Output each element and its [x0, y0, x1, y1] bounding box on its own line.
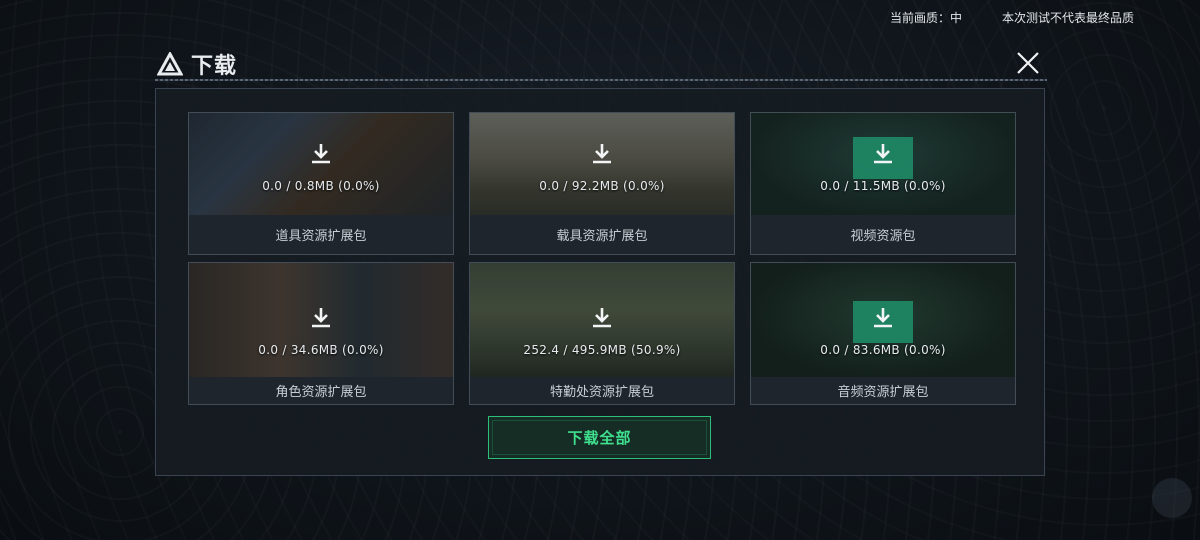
- package-progress: 0.0 / 0.8MB (0.0%): [262, 179, 380, 193]
- dialog-header: 下载: [147, 44, 1047, 84]
- package-name: 载具资源扩展包: [470, 215, 734, 254]
- package-name: 角色资源扩展包: [189, 377, 453, 404]
- package-name: 特勤处资源扩展包: [470, 377, 734, 404]
- package-progress: 0.0 / 11.5MB (0.0%): [820, 179, 946, 193]
- package-card-special-ops[interactable]: 252.4 / 495.9MB (50.9%) 特勤处资源扩展包: [469, 262, 735, 405]
- dialog-title: 下载: [157, 48, 237, 80]
- download-icon[interactable]: [307, 141, 335, 167]
- game-logo-icon: [157, 52, 183, 76]
- package-progress: 0.0 / 34.6MB (0.0%): [258, 343, 384, 357]
- package-card-video[interactable]: 0.0 / 11.5MB (0.0%) 视频资源包: [750, 112, 1016, 255]
- package-progress: 0.0 / 83.6MB (0.0%): [820, 343, 946, 357]
- package-name: 视频资源包: [751, 215, 1015, 254]
- download-all-button[interactable]: 下载全部: [488, 416, 711, 459]
- package-card-props[interactable]: 0.0 / 0.8MB (0.0%) 道具资源扩展包: [188, 112, 454, 255]
- package-progress: 0.0 / 92.2MB (0.0%): [539, 179, 665, 193]
- status-bar: 当前画质：中 本次测试不代表最终品质: [890, 9, 1134, 26]
- package-name: 音频资源扩展包: [751, 377, 1015, 404]
- download-icon[interactable]: [869, 305, 897, 331]
- download-icon[interactable]: [307, 305, 335, 331]
- package-name: 道具资源扩展包: [189, 215, 453, 254]
- header-divider: [155, 79, 1047, 81]
- download-icon[interactable]: [869, 141, 897, 167]
- download-all-label: 下载全部: [567, 429, 632, 447]
- download-icon[interactable]: [588, 141, 616, 167]
- package-card-characters[interactable]: 0.0 / 34.6MB (0.0%) 角色资源扩展包: [188, 262, 454, 405]
- floating-widget[interactable]: [1152, 478, 1192, 518]
- package-grid: 0.0 / 0.8MB (0.0%) 道具资源扩展包 0.0 / 92.2MB …: [188, 112, 1016, 405]
- download-icon[interactable]: [588, 305, 616, 331]
- package-progress: 252.4 / 495.9MB (50.9%): [523, 343, 681, 357]
- close-icon[interactable]: [1015, 50, 1041, 76]
- quality-label: 当前画质：中: [889, 11, 962, 25]
- test-notice: 本次测试不代表最终品质: [1001, 11, 1134, 25]
- package-card-audio[interactable]: 0.0 / 83.6MB (0.0%) 音频资源扩展包: [750, 262, 1016, 405]
- package-card-vehicles[interactable]: 0.0 / 92.2MB (0.0%) 载具资源扩展包: [469, 112, 735, 255]
- dialog-title-text: 下载: [191, 54, 238, 79]
